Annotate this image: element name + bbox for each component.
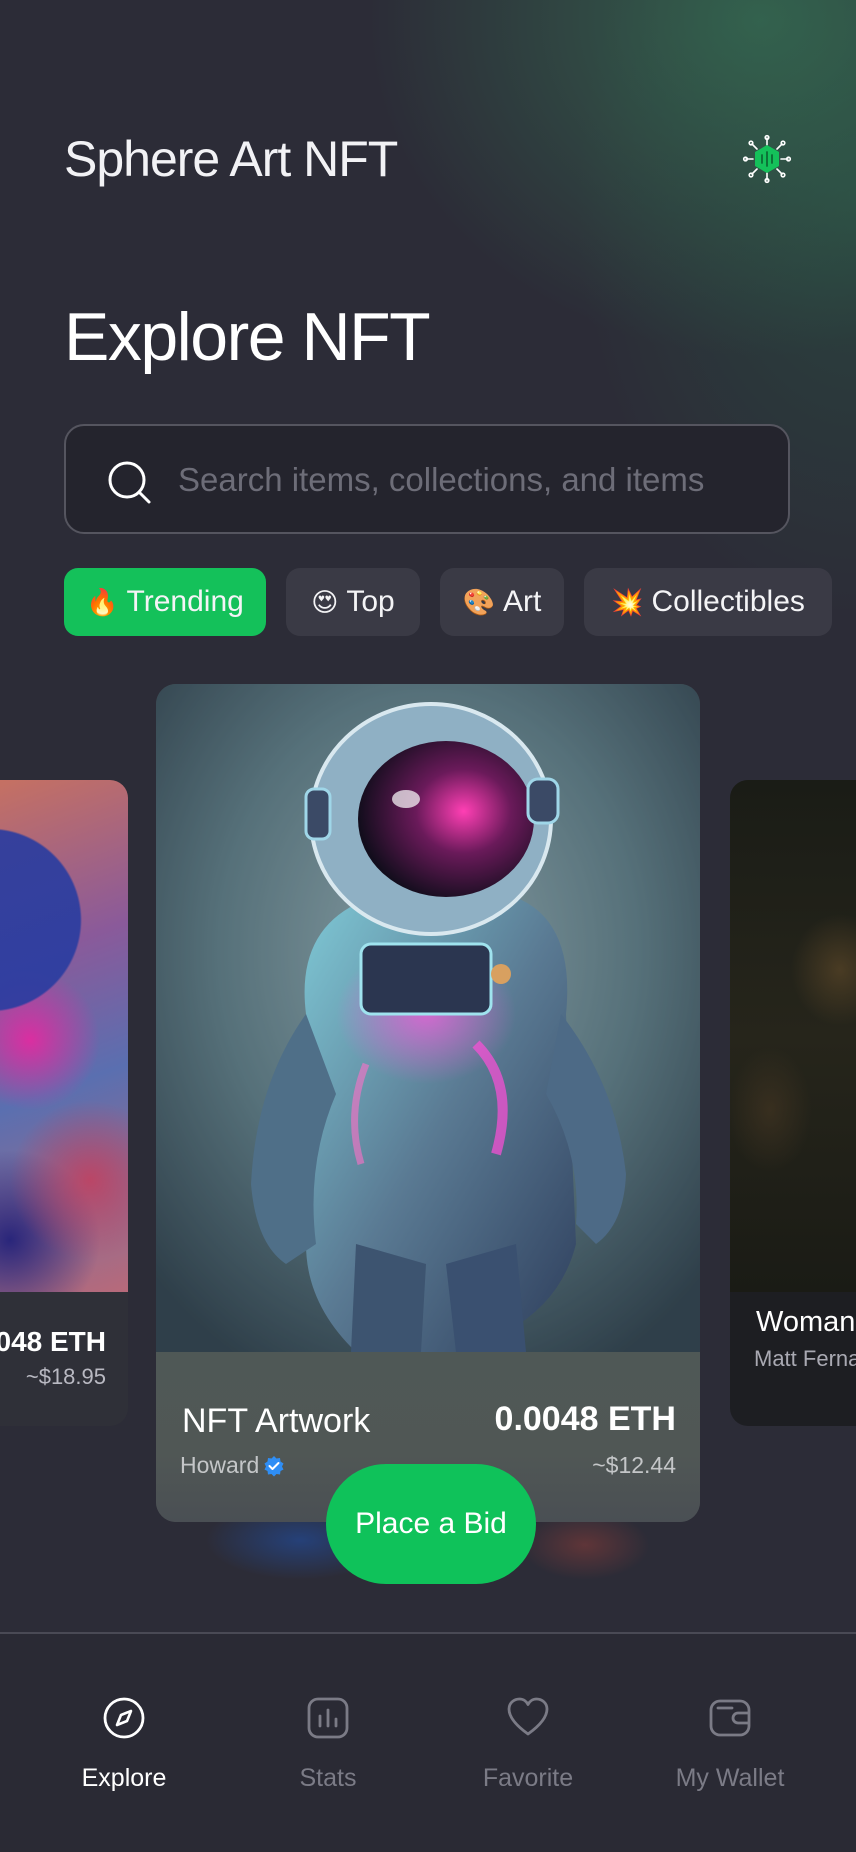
nav-item-stats[interactable]: Stats [228, 1696, 428, 1793]
nav-label: Favorite [482, 1764, 574, 1792]
nav-item-explore[interactable]: Explore [24, 1696, 224, 1793]
nft-price-eth: 048 ETH [0, 1326, 106, 1357]
chip-trending[interactable]: 🔥 Trending [64, 568, 266, 636]
nft-card-main[interactable]: NFT Artwork Howard 0.0048 ETH ~$12.44 [156, 684, 700, 1522]
heart-icon [507, 1697, 549, 1736]
search-icon [108, 461, 151, 504]
heart-eyes-icon: 😍 [311, 586, 339, 617]
page-title: Explore NFT [64, 299, 431, 375]
search-bar[interactable] [64, 424, 790, 534]
nav-label: Stats [299, 1764, 357, 1792]
astronaut-artwork-image [156, 684, 700, 1352]
nft-chip-logo-icon[interactable] [742, 134, 792, 184]
chip-label: Collectibles [651, 585, 805, 618]
palette-icon: 🎨 [462, 586, 496, 617]
chip-art[interactable]: 🎨 Art [440, 568, 564, 636]
category-chips: 🔥 Trending 😍 Top 🎨 Art 💥 Collectibles [64, 568, 856, 636]
nav-label: My Wallet [675, 1764, 785, 1792]
nft-price-usd: ~$18.95 [25, 1364, 106, 1389]
bar-chart-icon [307, 1697, 349, 1739]
chip-label: Art [503, 585, 542, 618]
nft-artist: Matt Ferna [754, 1346, 856, 1371]
nft-card-left[interactable]: 048 ETH ~$18.95 [0, 780, 128, 1426]
fire-icon: 🔥 [86, 586, 119, 617]
nft-artist: Howard [180, 1452, 285, 1479]
nft-name: NFT Artwork [182, 1402, 371, 1440]
wallet-icon [709, 1699, 751, 1737]
nft-price-eth: 0.0048 ETH [494, 1400, 676, 1438]
nft-name: Woman [756, 1306, 856, 1338]
nft-price-usd: ~$12.44 [592, 1452, 676, 1478]
nav-label: Explore [81, 1764, 167, 1792]
place-bid-button[interactable]: Place a Bid [326, 1464, 536, 1584]
nav-item-favorite[interactable]: Favorite [428, 1696, 628, 1793]
nft-artwork-image [730, 780, 856, 1292]
nft-card-right[interactable]: Woman Matt Ferna [730, 780, 856, 1426]
chip-label: Trending [126, 585, 244, 618]
chip-top[interactable]: 😍 Top [286, 568, 420, 636]
nft-artwork-image [0, 780, 128, 1292]
artist-name: Howard [180, 1452, 260, 1478]
bottom-nav: Explore Stats Favorite My Wallet [0, 1634, 856, 1852]
chip-label: Top [346, 585, 395, 618]
compass-icon [103, 1697, 145, 1739]
nav-item-my-wallet[interactable]: My Wallet [630, 1696, 830, 1793]
search-input[interactable] [176, 446, 760, 514]
app-title: Sphere Art NFT [64, 131, 398, 187]
verified-badge-icon [264, 1455, 284, 1476]
chip-collectibles[interactable]: 💥 Collectibles [584, 568, 832, 636]
collision-icon: 💥 [611, 586, 644, 617]
